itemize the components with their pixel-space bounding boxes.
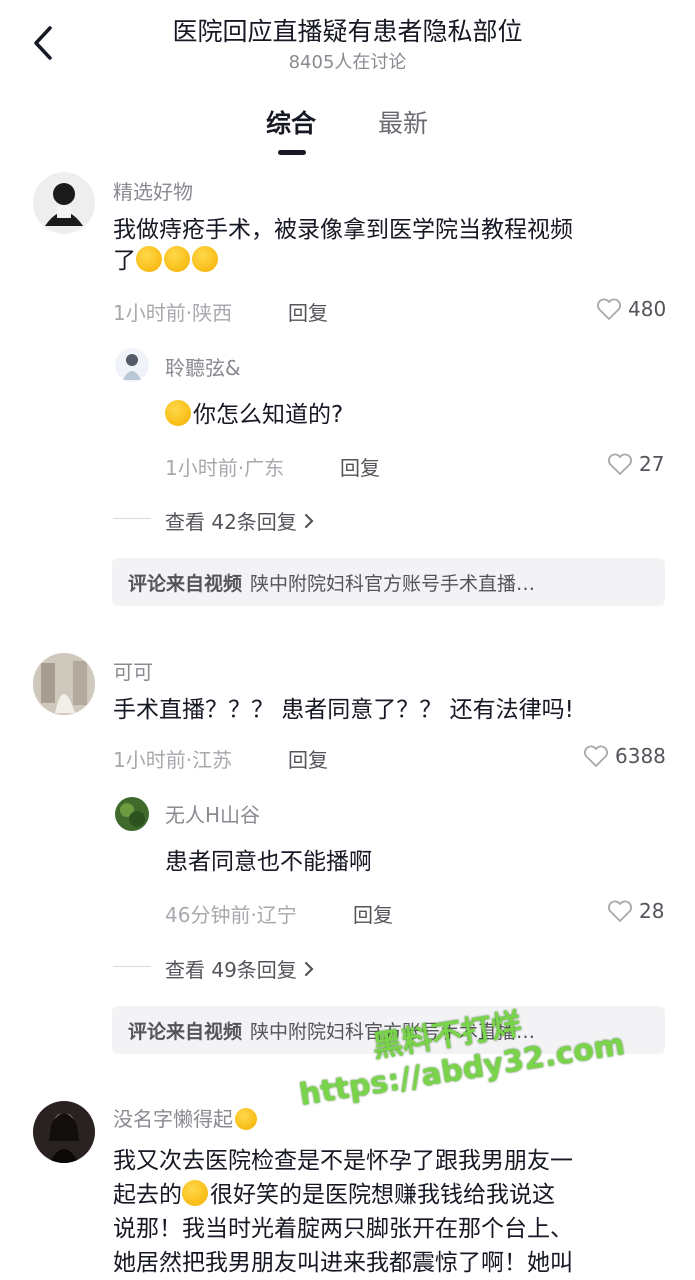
reply-button[interactable]: 回复 <box>353 899 393 928</box>
tab-latest[interactable]: 最新 <box>378 104 428 140</box>
comment-text: 我又次去医院检查是不是怀孕了跟我男朋友一 起去的 很好笑的是医院想赚我钱给我说这 … <box>113 1148 573 1276</box>
like-button[interactable]: 28 <box>607 899 664 923</box>
reply-text: 你怎么知道的? <box>165 400 343 431</box>
smile-emoji-icon <box>182 1180 208 1206</box>
like-count: 28 <box>639 899 665 923</box>
reply-username[interactable]: 聆聽弦& <box>165 352 241 381</box>
reply-username[interactable]: 无人H山谷 <box>165 799 260 828</box>
divider-line <box>113 966 151 967</box>
watermark: 黑料不打烊 https://abdy32.com <box>296 1006 628 1114</box>
laugh-cry-emoji-icon <box>136 246 162 272</box>
heart-icon <box>608 900 632 922</box>
reply-meta: 1小时前·广东 <box>165 456 285 480</box>
reply-meta: 46分钟前·辽宁 <box>165 903 297 927</box>
view-replies-button[interactable]: 查看 49条回复 <box>165 954 315 983</box>
discussion-count: 8405人在讨论 <box>288 52 407 73</box>
chevron-right-icon <box>304 513 314 528</box>
reply-button[interactable]: 回复 <box>288 744 328 773</box>
avatar[interactable] <box>115 797 149 831</box>
reply-text: 患者同意也不能播啊 <box>165 849 372 875</box>
shush-emoji-icon <box>235 1108 257 1130</box>
view-replies-label: 查看 42条回复 <box>165 510 297 534</box>
comment-username[interactable]: 没名字懒得起 <box>113 1103 259 1132</box>
view-replies-label: 查看 49条回复 <box>165 958 297 982</box>
laugh-cry-emoji-icon <box>192 246 218 272</box>
laugh-cry-emoji-icon <box>165 400 191 426</box>
source-video-link[interactable]: 评论来自视频 陕中附院妇科官方账号手术直播… <box>112 558 665 606</box>
comment-text: 手术直播？？？ 患者同意了？？ 还有法律吗! <box>113 697 574 723</box>
avatar[interactable] <box>33 653 95 715</box>
tab-comprehensive[interactable]: 综合 <box>266 104 316 140</box>
source-label: 评论来自视频 <box>128 572 243 595</box>
view-replies-button[interactable]: 查看 42条回复 <box>165 506 315 535</box>
avatar[interactable] <box>33 172 95 234</box>
like-button[interactable]: 27 <box>607 452 664 476</box>
reply-button[interactable]: 回复 <box>288 297 328 326</box>
heart-icon <box>584 745 608 767</box>
avatar[interactable] <box>115 348 149 382</box>
laugh-cry-emoji-icon <box>164 246 190 272</box>
comment-username[interactable]: 可可 <box>113 656 153 685</box>
active-tab-indicator <box>278 150 306 155</box>
comment-meta: 1小时前·陕西 <box>113 301 233 325</box>
source-label: 评论来自视频 <box>128 1020 243 1043</box>
comment-text: 我做痔疮手术，被录像拿到医学院当教程视频 了 <box>113 217 573 274</box>
heart-icon <box>608 453 632 475</box>
comment-meta: 1小时前·江苏 <box>113 748 233 772</box>
heart-icon <box>597 298 621 320</box>
page-title: 医院回应直播疑有患者隐私部位 <box>172 17 523 46</box>
reply-button[interactable]: 回复 <box>340 452 380 481</box>
like-count: 6388 <box>615 744 666 768</box>
divider-line <box>113 518 151 519</box>
avatar[interactable] <box>33 1101 95 1163</box>
like-count: 480 <box>628 297 667 321</box>
comment-username[interactable]: 精选好物 <box>113 176 193 205</box>
like-button[interactable]: 6388 <box>583 744 666 768</box>
like-count: 27 <box>639 452 665 476</box>
source-text: 陕中附院妇科官方账号手术直播… <box>250 572 536 595</box>
chevron-right-icon <box>304 961 314 976</box>
like-button[interactable]: 480 <box>596 297 666 321</box>
